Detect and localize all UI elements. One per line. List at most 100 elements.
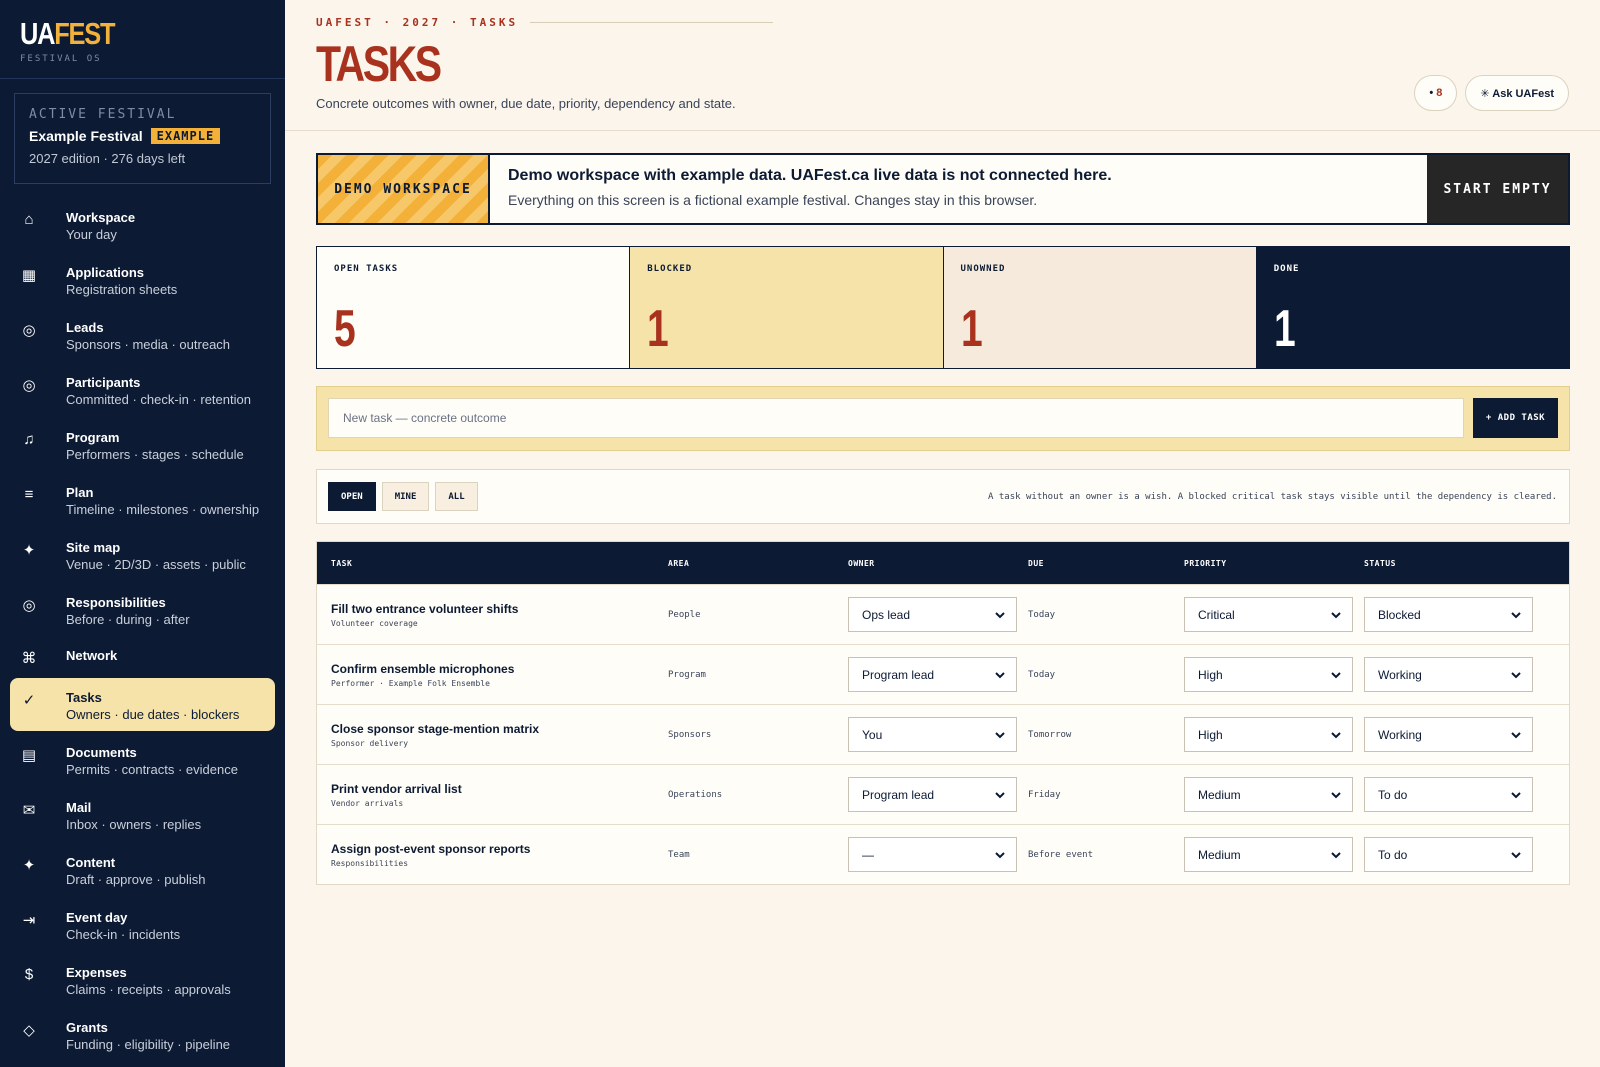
sidebar-item-sub: Sponsors · media · outreach (66, 337, 231, 352)
task-subtitle: Sponsor delivery (331, 738, 409, 748)
sidebar-item-title: Responsibilities (66, 595, 166, 610)
sidebar-item-title: Mail (66, 800, 92, 815)
table-row[interactable]: Confirm ensemble microphones Performer ·… (317, 644, 1569, 704)
sidebar-item-expenses[interactable]: $ Expenses Claims · receipts · approvals (10, 953, 275, 1008)
table-row[interactable]: Fill two entrance volunteer shifts Volun… (317, 584, 1569, 644)
stat-value: 1 (1273, 300, 1296, 358)
status-select[interactable]: To do (1364, 837, 1533, 872)
task-title[interactable]: Confirm ensemble microphones (331, 662, 668, 676)
task-stats: OPEN TASKS 5 BLOCKED 1 UNOWNED 1 DONE 1 (316, 246, 1570, 369)
start-empty-button[interactable]: START EMPTY (1427, 155, 1568, 223)
stat-done[interactable]: DONE 1 (1256, 247, 1569, 368)
sidebar-item-title: Applications (66, 265, 145, 280)
chevron-down-icon (995, 731, 1005, 738)
sidebar-item-title: Participants (66, 375, 141, 390)
table-row[interactable]: Assign post-event sponsor reports Respon… (317, 824, 1569, 884)
festival-name: Example Festival (29, 128, 143, 144)
column-header-status[interactable]: STATUS (1364, 559, 1553, 568)
page-header: UAFEST · 2027 · TASKS TASKS Concrete out… (285, 0, 1600, 131)
sidebar-item-plan[interactable]: ≡ Plan Timeline · milestones · ownership (10, 473, 275, 528)
filter-all[interactable]: ALL (435, 482, 478, 511)
column-header-owner[interactable]: OWNER (848, 559, 1028, 568)
sidebar-item-sub: Draft · approve · publish (66, 872, 206, 887)
chevron-down-icon (995, 851, 1005, 858)
sidebar-item-sub: Permits · contracts · evidence (66, 762, 238, 777)
priority-select[interactable]: Critical (1184, 597, 1353, 632)
add-task-button[interactable]: + ADD TASK (1473, 398, 1558, 438)
sidebar-item-content[interactable]: ✦ Content Draft · approve · publish (10, 843, 275, 898)
sidebar-item-title: Site map (66, 540, 121, 555)
task-subtitle: Volunteer coverage (331, 618, 418, 628)
sidebar-item-title: Tasks (66, 690, 102, 705)
owner-select[interactable]: Ops lead (848, 597, 1017, 632)
header-actions: • 8 ✳ Ask UAFest (1414, 75, 1569, 111)
command-icon: ⌘ (21, 650, 37, 667)
priority-select[interactable]: Medium (1184, 837, 1353, 872)
sidebar-item-sub: Committed · check-in · retention (66, 392, 251, 407)
task-area: Program (668, 669, 706, 680)
mail-icon: ✉ (22, 802, 36, 819)
priority-select[interactable]: High (1184, 717, 1353, 752)
filter-mine[interactable]: MINE (381, 482, 430, 511)
sidebar-item-sub: Inbox · owners · replies (66, 817, 202, 832)
sidebar-item-mail[interactable]: ✉ Mail Inbox · owners · replies (10, 788, 275, 843)
priority-select[interactable]: Medium (1184, 777, 1353, 812)
page-title: TASKS (316, 36, 442, 92)
column-header-due[interactable]: DUE (1028, 559, 1184, 568)
table-row[interactable]: Close sponsor stage-mention matrix Spons… (317, 704, 1569, 764)
logo-subtitle: FESTIVAL OS (20, 54, 102, 64)
sidebar-item-grants[interactable]: ◇ Grants Funding · eligibility · pipelin… (10, 1008, 275, 1063)
sidebar-item-tasks[interactable]: ✓ Tasks Owners · due dates · blockers (10, 678, 275, 731)
add-task-bar: + ADD TASK (316, 386, 1570, 451)
sidebar-item-sub: Check-in · incidents (66, 927, 181, 942)
sidebar-item-sub: Claims · receipts · approvals (66, 982, 231, 997)
sidebar-item-title: Plan (66, 485, 94, 500)
column-header-area[interactable]: AREA (668, 559, 848, 568)
table-row[interactable]: Print vendor arrival list Vendor arrival… (317, 764, 1569, 824)
logo[interactable]: UAFEST (20, 18, 116, 49)
new-task-input[interactable] (328, 398, 1464, 438)
task-filters: OPEN MINE ALL A task without an owner is… (316, 469, 1570, 524)
task-title[interactable]: Close sponsor stage-mention matrix (331, 722, 668, 736)
owner-select[interactable]: You (848, 717, 1017, 752)
owner-select[interactable]: Program lead (848, 657, 1017, 692)
sidebar-item-program[interactable]: ♫ Program Performers · stages · schedule (10, 418, 275, 473)
status-select[interactable]: Working (1364, 717, 1533, 752)
sidebar-item-sub: Owners · due dates · blockers (66, 707, 240, 722)
task-due: Tomorrow (1028, 729, 1072, 740)
breadcrumb: UAFEST · 2027 · TASKS (316, 16, 1600, 29)
stat-blocked[interactable]: BLOCKED 1 (630, 247, 944, 368)
enter-icon: ⇥ (22, 912, 36, 929)
logo-block: UAFEST FESTIVAL OS (0, 0, 285, 79)
column-header-priority[interactable]: PRIORITY (1184, 559, 1364, 568)
task-title[interactable]: Print vendor arrival list (331, 782, 668, 796)
owner-select[interactable]: — (848, 837, 1017, 872)
owner-select[interactable]: Program lead (848, 777, 1017, 812)
ask-uafest-button[interactable]: ✳ Ask UAFest (1465, 75, 1569, 111)
active-festival-card[interactable]: ACTIVE FESTIVAL Example Festival EXAMPLE… (14, 93, 271, 184)
stat-unowned[interactable]: UNOWNED 1 (943, 247, 1257, 368)
filter-open[interactable]: OPEN (328, 482, 376, 511)
stat-open-tasks[interactable]: OPEN TASKS 5 (317, 247, 631, 368)
chevron-down-icon (995, 611, 1005, 618)
sidebar-item-participants[interactable]: ◎ Participants Committed · check-in · re… (10, 363, 275, 418)
notifications-button[interactable]: • 8 (1414, 75, 1458, 111)
sidebar-item-network[interactable]: ⌘ Network (10, 638, 275, 678)
task-title[interactable]: Assign post-event sponsor reports (331, 842, 668, 856)
status-select[interactable]: Working (1364, 657, 1533, 692)
sidebar-item-responsibilities[interactable]: ◎ Responsibilities Before · during · aft… (10, 583, 275, 638)
status-select[interactable]: To do (1364, 777, 1533, 812)
task-due: Today (1028, 669, 1056, 680)
sidebar-item-applications[interactable]: ▦ Applications Registration sheets (10, 253, 275, 308)
sparkle-icon: ✦ (22, 542, 36, 559)
sidebar-item-site-map[interactable]: ✦ Site map Venue · 2D/3D · assets · publ… (10, 528, 275, 583)
sidebar-item-event-day[interactable]: ⇥ Event day Check-in · incidents (10, 898, 275, 953)
sidebar-item-documents[interactable]: ▤ Documents Permits · contracts · eviden… (10, 733, 275, 788)
priority-select[interactable]: High (1184, 657, 1353, 692)
column-header-task[interactable]: TASK (317, 559, 668, 568)
sidebar-item-leads[interactable]: ◎ Leads Sponsors · media · outreach (10, 308, 275, 363)
sidebar-item-workspace[interactable]: ⌂ Workspace Your day (10, 198, 275, 253)
status-select[interactable]: Blocked (1364, 597, 1533, 632)
sidebar-item-title: Program (66, 430, 120, 445)
task-title[interactable]: Fill two entrance volunteer shifts (331, 602, 668, 616)
